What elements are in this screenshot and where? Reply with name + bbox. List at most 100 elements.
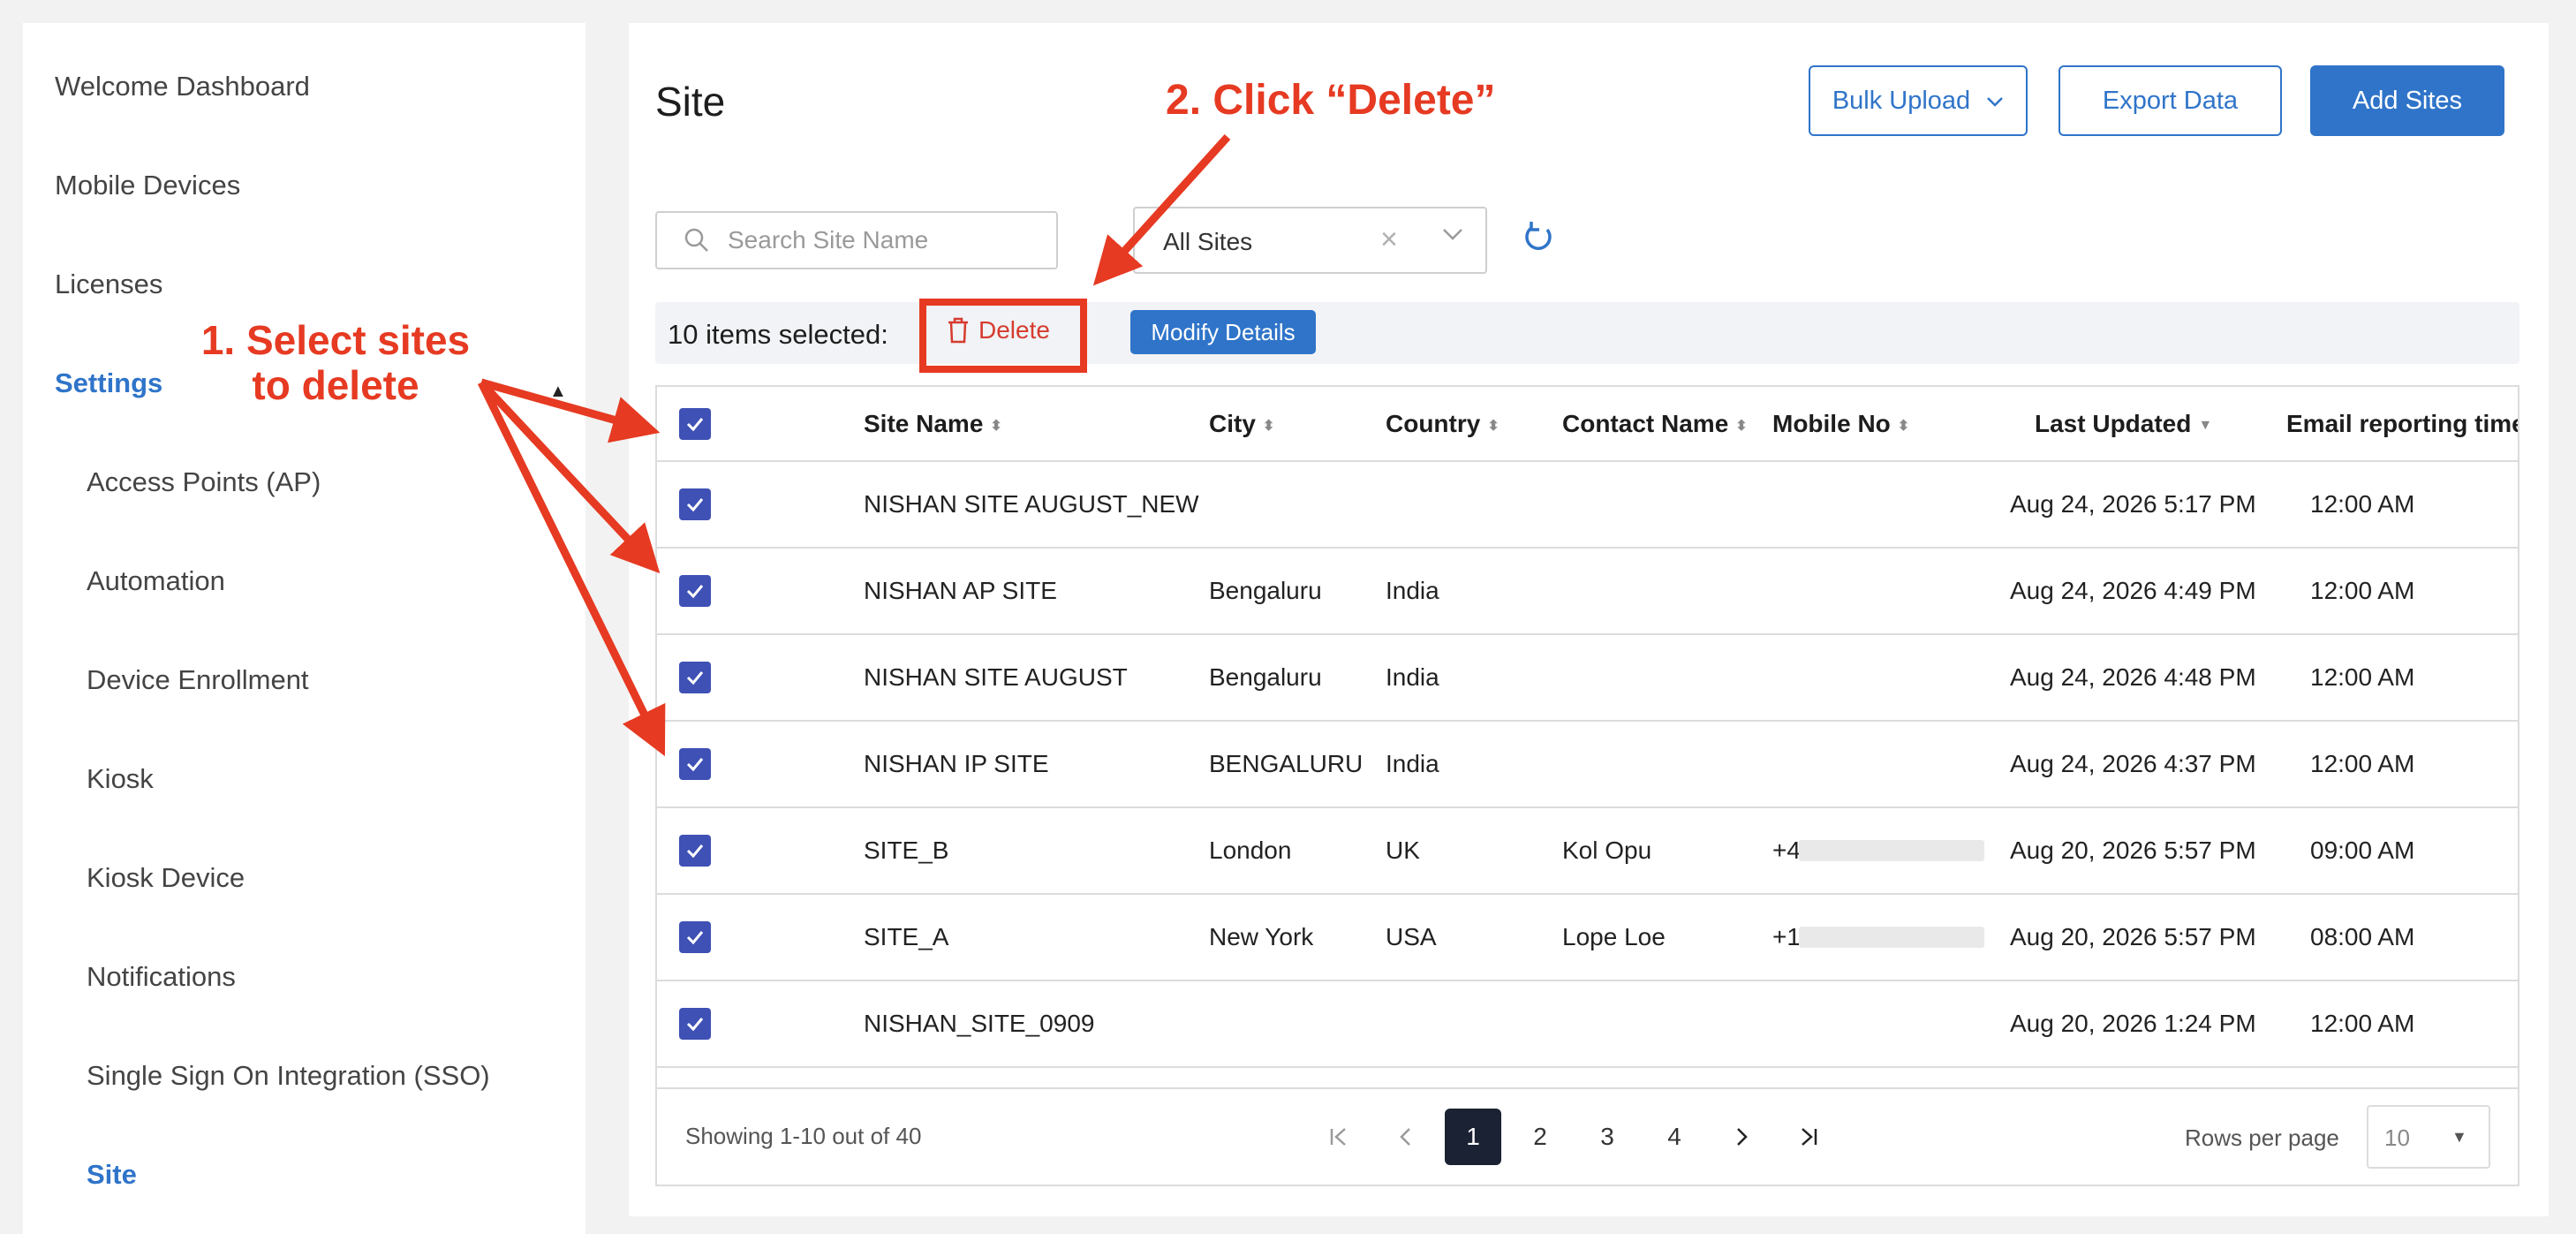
cell-contact-name: Lope Loe — [1562, 923, 1666, 950]
cell-site-name: SITE_A — [864, 923, 949, 950]
cell-site-name: SITE_B — [864, 837, 949, 864]
sort-icon: ⬍ — [990, 418, 1002, 434]
clear-icon[interactable]: × — [1380, 223, 1398, 257]
cell-city: Bengaluru — [1209, 577, 1322, 604]
cell-email-time: 12:00 AM — [2310, 750, 2415, 777]
sidebar-item-welcome-dashboard[interactable]: Welcome Dashboard — [55, 71, 310, 102]
sidebar-item-device-enrollment[interactable]: Device Enrollment — [87, 664, 309, 696]
column-header-country[interactable]: Country ⬍ — [1386, 410, 1500, 438]
cell-city: BENGALURU — [1209, 750, 1364, 777]
cell-site-name: NISHAN SITE AUGUST_NEW — [864, 490, 1199, 518]
row-checkbox[interactable] — [679, 748, 711, 780]
table-row[interactable]: NISHAN SITE AUGUST_NEW Aug 24, 2026 5:17… — [657, 462, 2518, 549]
chevron-down-icon[interactable] — [1442, 228, 1463, 245]
column-header-city[interactable]: City ⬍ — [1209, 410, 1274, 438]
page-1-button[interactable]: 1 — [1445, 1109, 1501, 1165]
cell-last-updated: Aug 24, 2026 5:17 PM — [2010, 490, 2256, 518]
cell-last-updated: Aug 20, 2026 5:57 PM — [2010, 923, 2256, 950]
prev-page-icon[interactable] — [1378, 1109, 1434, 1165]
cell-country: USA — [1386, 923, 1437, 950]
rows-per-page-label: Rows per page — [2185, 1124, 2339, 1151]
page-3-button[interactable]: 3 — [1579, 1109, 1635, 1165]
page-2-button[interactable]: 2 — [1512, 1109, 1568, 1165]
select-all-checkbox[interactable] — [679, 408, 711, 440]
column-header-site-name[interactable]: Site Name ⬍ — [864, 410, 1002, 438]
search-field[interactable] — [655, 211, 1058, 269]
sidebar-item-automation[interactable]: Automation — [87, 565, 225, 597]
table-header: Site Name ⬍ City ⬍ Country ⬍ Contact Name ⬍ … — [657, 387, 2518, 462]
rows-per-page-value: 10 — [2384, 1124, 2410, 1151]
page-4-button[interactable]: 4 — [1646, 1109, 1703, 1165]
cell-last-updated: Aug 20, 2026 5:57 PM — [2010, 837, 2256, 864]
site-filter-value: All Sites — [1163, 228, 1253, 255]
row-checkbox[interactable] — [679, 488, 711, 520]
row-checkbox[interactable] — [679, 575, 711, 607]
row-checkbox[interactable] — [679, 835, 711, 867]
cell-email-time: 09:00 AM — [2310, 837, 2415, 864]
sidebar-item-notifications[interactable]: Notifications — [87, 961, 236, 993]
column-header-contact-name[interactable]: Contact Name ⬍ — [1562, 410, 1748, 438]
delete-highlight-box — [919, 299, 1087, 373]
next-page-icon[interactable] — [1713, 1109, 1770, 1165]
sidebar-item-kiosk[interactable]: Kiosk — [87, 763, 154, 795]
cell-email-time: 08:00 AM — [2310, 923, 2415, 950]
cell-country: India — [1386, 750, 1439, 777]
cell-mobile-no: +4 — [1772, 837, 1801, 864]
table-row[interactable]: SITE_B London UK Kol Opu +4 Aug 20, 2026… — [657, 808, 2518, 895]
sidebar-item-sso[interactable]: Single Sign On Integration (SSO) — [87, 1060, 490, 1092]
cell-mobile-no: +1 — [1772, 923, 1801, 950]
annotation-step-1: 1. Select sites to delete — [200, 317, 471, 408]
main-panel: Site Bulk Upload Export Data Add Sites A… — [629, 23, 2549, 1216]
column-header-last-updated[interactable]: Last Updated ▼ — [2035, 410, 2212, 438]
sidebar-item-access-points[interactable]: Access Points (AP) — [87, 466, 321, 498]
annotation-step-2: 2. Click “Delete” — [1166, 77, 1496, 124]
cell-email-time: 12:00 AM — [2310, 577, 2415, 604]
cell-country: India — [1386, 577, 1439, 604]
cell-last-updated: Aug 20, 2026 1:24 PM — [2010, 1010, 2256, 1037]
redacted-mobile — [1799, 840, 1984, 861]
cell-site-name: NISHAN SITE AUGUST — [864, 663, 1128, 691]
cell-site-name: NISHAN_SITE_0909 — [864, 1010, 1095, 1037]
table-row[interactable]: NISHAN AP SITE Bengaluru India Aug 24, 2… — [657, 549, 2518, 635]
last-page-icon[interactable] — [1780, 1109, 1837, 1165]
site-filter-select[interactable]: All Sites × — [1133, 207, 1487, 274]
refresh-icon[interactable] — [1521, 219, 1556, 259]
table-row[interactable]: NISHAN_SITE_0909 Aug 20, 2026 1:24 PM 12… — [657, 981, 2518, 1068]
sidebar-item-kiosk-device[interactable]: Kiosk Device — [87, 862, 245, 894]
cell-site-name: NISHAN AP SITE — [864, 577, 1057, 604]
sites-table: Site Name ⬍ City ⬍ Country ⬍ Contact Name ⬍ … — [655, 385, 2519, 1186]
cell-email-time: 12:00 AM — [2310, 663, 2415, 691]
table-row[interactable]: NISHAN SITE AUGUST Bengaluru India Aug 2… — [657, 635, 2518, 722]
collapse-caret-icon[interactable]: ▲ — [549, 382, 567, 402]
row-checkbox[interactable] — [679, 662, 711, 693]
column-header-mobile-no[interactable]: Mobile No ⬍ — [1772, 410, 1909, 438]
cell-site-name: NISHAN IP SITE — [864, 750, 1049, 777]
search-input[interactable] — [728, 226, 1028, 254]
table-row[interactable]: NISHAN IP SITE BENGALURU India Aug 24, 2… — [657, 722, 2518, 808]
sort-icon: ⬍ — [1897, 418, 1910, 434]
cell-city: London — [1209, 837, 1292, 864]
cell-contact-name: Kol Opu — [1562, 837, 1652, 864]
cell-city: New York — [1209, 923, 1314, 950]
export-data-button[interactable]: Export Data — [2059, 65, 2282, 136]
selected-count: 10 items selected: — [668, 319, 888, 350]
cell-city: Bengaluru — [1209, 663, 1322, 691]
sidebar-item-mobile-devices[interactable]: Mobile Devices — [55, 170, 240, 201]
cell-country: UK — [1386, 837, 1420, 864]
row-checkbox[interactable] — [679, 1008, 711, 1040]
table-row[interactable]: SITE_A New York USA Lope Loe +1 Aug 20, … — [657, 895, 2518, 981]
rows-per-page-select[interactable]: 10 ▼ — [2367, 1105, 2490, 1169]
first-page-icon[interactable] — [1311, 1109, 1367, 1165]
sort-desc-icon: ▼ — [2198, 417, 2213, 433]
bulk-upload-button[interactable]: Bulk Upload — [1809, 65, 2028, 136]
column-header-email-reporting-time[interactable]: Email reporting time — [2286, 410, 2518, 438]
cell-last-updated: Aug 24, 2026 4:49 PM — [2010, 577, 2256, 604]
sort-icon: ⬍ — [1735, 418, 1748, 434]
modify-details-button[interactable]: Modify Details — [1130, 310, 1316, 354]
cell-email-time: 12:00 AM — [2310, 1010, 2415, 1037]
add-sites-button[interactable]: Add Sites — [2310, 65, 2504, 136]
sidebar-item-settings[interactable]: Settings — [55, 367, 162, 399]
sidebar-item-site[interactable]: Site — [87, 1159, 137, 1191]
sidebar-item-licenses[interactable]: Licenses — [55, 269, 162, 300]
row-checkbox[interactable] — [679, 921, 711, 953]
